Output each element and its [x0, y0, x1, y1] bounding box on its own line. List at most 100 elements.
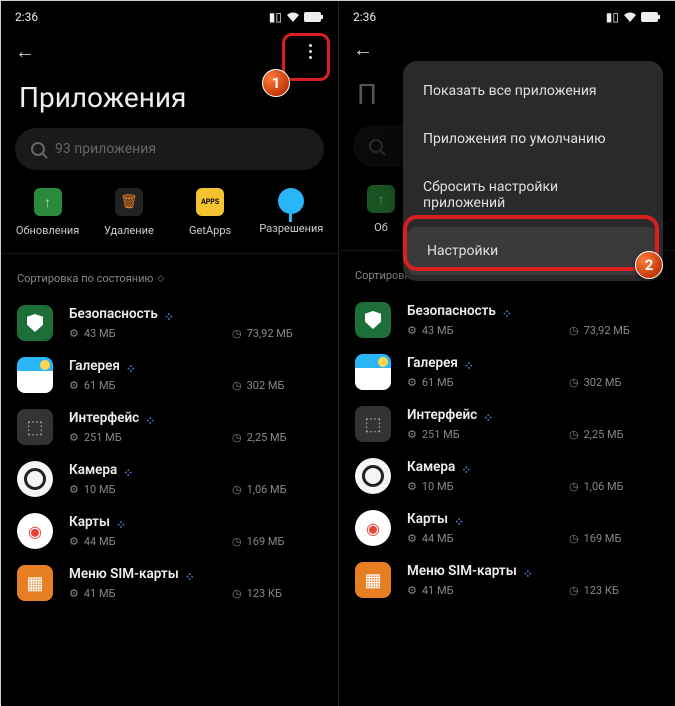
action-uninstall[interactable]: 🗑 Удаление [94, 188, 164, 237]
app-row[interactable]: Безопасность 43 МБ 73,92 МБ [17, 297, 322, 349]
loading-icon [502, 306, 512, 316]
overflow-menu-button[interactable] [296, 37, 324, 65]
app-size: 61 МБ [84, 379, 116, 392]
clock-icon [569, 584, 579, 597]
quick-actions: ↑ Обновления 🗑 Удаление APPS GetApps Раз… [1, 188, 338, 254]
action-label: GetApps [189, 224, 231, 237]
search-icon [369, 139, 383, 153]
menu-default-apps[interactable]: Приложения по умолчанию [403, 115, 663, 163]
app-storage: 2,25 МБ [247, 431, 287, 444]
gear-icon [407, 428, 417, 441]
app-name: Безопасность [407, 303, 496, 319]
app-size: 61 МБ [422, 376, 454, 389]
wifi-icon [286, 12, 300, 22]
app-storage: 73,92 МБ [584, 324, 630, 337]
app-name: Галерея [407, 355, 458, 371]
app-size: 41 МБ [84, 587, 116, 600]
app-row[interactable]: Интерфейс 251 МБ 2,25 МБ [355, 398, 659, 450]
search-placeholder: 93 приложения [55, 141, 156, 157]
battery-icon [641, 12, 661, 22]
app-name: Галерея [69, 358, 120, 374]
menu-reset-prefs[interactable]: Сбросить настройки приложений [403, 163, 663, 227]
app-icon-camera [355, 458, 391, 494]
app-icon-maps [355, 510, 391, 546]
app-storage: 2,25 МБ [584, 428, 624, 441]
action-updates[interactable]: ↑ Обновления [13, 188, 83, 237]
clock-icon [232, 327, 242, 340]
app-row[interactable]: Камера 10 МБ 1,06 МБ [355, 450, 659, 502]
app-size: 251 МБ [422, 428, 460, 441]
app-row[interactable]: Меню SIM-карты 41 МБ 123 КБ [355, 554, 659, 606]
gear-icon [69, 379, 79, 392]
app-row[interactable]: Галерея 61 МБ 302 МБ [355, 346, 659, 398]
action-label: Разрешения [259, 222, 323, 235]
status-bar: 2:36 ▮▯ [339, 1, 675, 27]
action-permissions[interactable]: Разрешения [256, 188, 326, 237]
callout-badge-2: 2 [635, 251, 663, 279]
top-bar: ← [1, 27, 338, 65]
app-icon-gallery [355, 354, 391, 390]
app-row[interactable]: Камера 10 МБ 1,06 МБ [17, 453, 322, 505]
loading-icon [523, 566, 533, 576]
app-storage: 1,06 МБ [584, 480, 624, 493]
action-updates[interactable]: ↑ Об [353, 185, 409, 234]
gear-icon [69, 587, 79, 600]
sort-dropdown[interactable]: Сортировка по состоянию ◇ [1, 254, 338, 297]
wifi-icon [623, 12, 637, 22]
status-icons: ▮▯ [606, 10, 661, 24]
permissions-icon [278, 188, 304, 214]
gear-icon [69, 431, 79, 444]
app-name: Интерфейс [407, 407, 477, 423]
signal-icon: ▮▯ [269, 10, 282, 24]
action-label: Об [374, 221, 388, 234]
app-size: 44 МБ [422, 532, 454, 545]
app-name: Безопасность [69, 306, 158, 322]
back-button[interactable]: ← [15, 39, 35, 64]
clock-icon [232, 379, 242, 392]
app-name: Камера [407, 459, 455, 475]
app-icon-camera [17, 461, 53, 497]
app-row[interactable]: Галерея 61 МБ 302 МБ [17, 349, 322, 401]
updates-icon: ↑ [34, 188, 62, 216]
app-size: 43 МБ [422, 324, 454, 337]
back-button[interactable]: ← [353, 37, 373, 62]
loading-icon [185, 569, 195, 579]
app-icon-security [17, 305, 53, 341]
app-list: Безопасность 43 МБ 73,92 МБ Галерея 61 М… [339, 294, 675, 614]
app-name: Камера [69, 462, 117, 478]
app-size: 10 МБ [84, 483, 116, 496]
app-row[interactable]: Карты 44 МБ 169 МБ [17, 505, 322, 557]
app-name: Меню SIM-карты [69, 566, 179, 582]
app-row[interactable]: Интерфейс 251 МБ 2,25 МБ [17, 401, 322, 453]
search-field[interactable]: 93 приложения [15, 128, 324, 170]
top-bar: ← [339, 27, 675, 62]
app-name: Карты [69, 514, 110, 530]
loading-icon [116, 517, 126, 527]
gear-icon [407, 584, 417, 597]
clock-icon [569, 376, 579, 389]
menu-settings[interactable]: Настройки [407, 227, 659, 275]
app-storage: 169 МБ [247, 535, 285, 548]
app-size: 251 МБ [84, 431, 122, 444]
loading-icon [483, 410, 493, 420]
app-icon-security [355, 302, 391, 338]
app-storage: 1,06 МБ [247, 483, 287, 496]
app-size: 43 МБ [84, 327, 116, 340]
action-getapps[interactable]: APPS GetApps [175, 188, 245, 237]
loading-icon [126, 361, 136, 371]
menu-show-all[interactable]: Показать все приложения [403, 67, 663, 115]
app-storage: 123 КБ [247, 587, 282, 600]
gear-icon [69, 327, 79, 340]
status-icons: ▮▯ [269, 10, 324, 24]
status-bar: 2:36 ▮▯ [1, 1, 338, 27]
app-row[interactable]: Меню SIM-карты 41 МБ 123 КБ [17, 557, 322, 609]
app-storage: 73,92 МБ [247, 327, 293, 340]
loading-icon [464, 358, 474, 368]
overflow-menu: Показать все приложения Приложения по ум… [403, 61, 663, 281]
app-row[interactable]: Карты 44 МБ 169 МБ [355, 502, 659, 554]
clock-icon [569, 480, 579, 493]
app-name: Карты [407, 511, 448, 527]
trash-icon: 🗑 [115, 188, 143, 216]
updates-icon: ↑ [367, 185, 395, 213]
app-row[interactable]: Безопасность 43 МБ 73,92 МБ [355, 294, 659, 346]
